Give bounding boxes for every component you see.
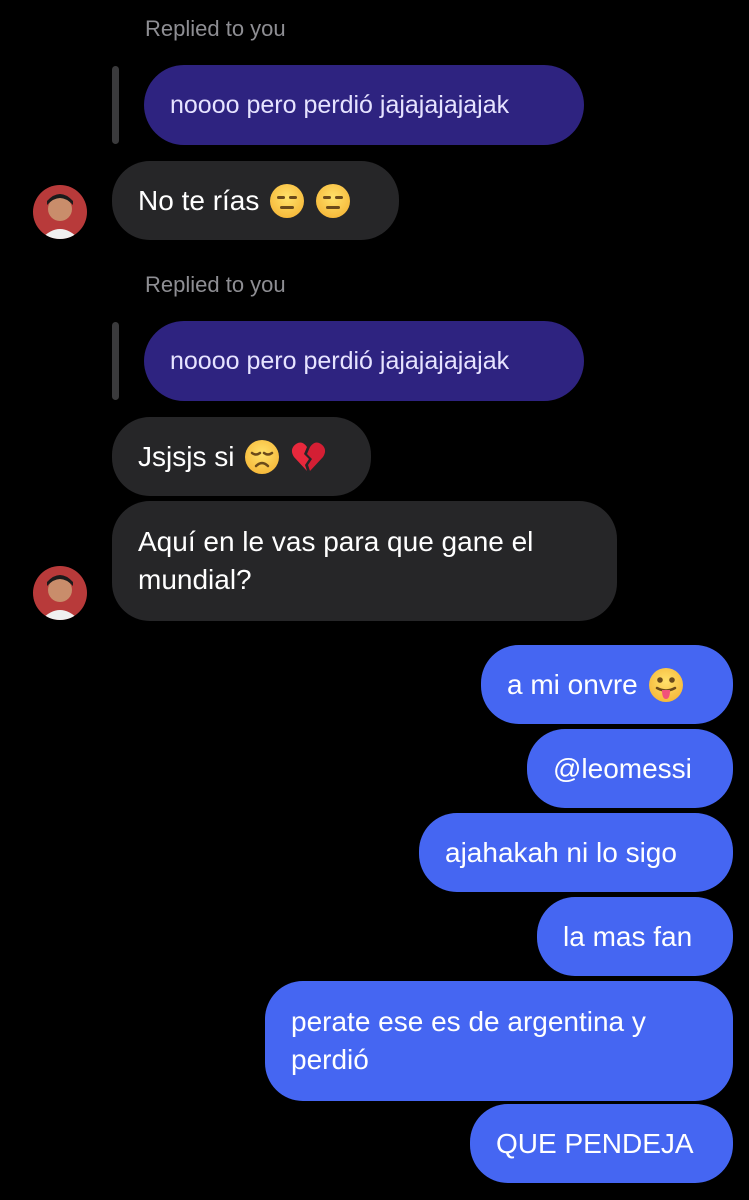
message-text-line: Aquí en le vas para que gane el [138,526,534,557]
message-text-line: perdió [291,1044,369,1075]
quoted-message-text: noooo pero perdió jajajajajajak [170,91,510,119]
avatar[interactable] [33,566,87,620]
message-text: Jsjsjs si [138,440,235,472]
quoted-message-bubble[interactable]: noooo pero perdió jajajajajajak [144,321,584,401]
quoted-message-bubble[interactable]: noooo pero perdió jajajajajajak [144,65,584,145]
outgoing-message-bubble[interactable]: ajahakah ni lo sigo [419,813,733,892]
message-text: No te rías [138,184,260,216]
incoming-message-bubble[interactable]: Aquí en le vas para que gane el mundial? [112,501,617,621]
incoming-message-bubble[interactable]: No te rías [112,161,399,240]
message-text: a mi onvre [507,668,638,700]
expressionless-face-icon [316,183,351,218]
outgoing-message-bubble[interactable]: perate ese es de argentina y perdió [265,981,733,1101]
mention-link[interactable]: @leomessi [553,750,692,788]
disappointed-face-icon [245,439,280,474]
tongue-face-icon [648,667,683,702]
message-text-line: mundial? [138,564,252,595]
message-text-line: perate ese es de argentina y [291,1006,646,1037]
message-text: ajahakah ni lo sigo [445,836,677,868]
message-text: la mas fan [563,920,693,952]
reply-indicator-bar [112,322,119,400]
message-text: QUE PENDEJA [496,1127,694,1159]
avatar[interactable] [33,185,87,239]
replied-to-you-label: Replied to you [145,272,286,297]
broken-heart-icon [292,442,326,471]
outgoing-message-bubble[interactable]: QUE PENDEJA [470,1104,733,1183]
reply-indicator-bar [112,66,119,144]
avatar-image [33,566,87,620]
outgoing-message-bubble[interactable]: @leomessi [527,729,733,808]
quoted-message-text: noooo pero perdió jajajajajajak [170,347,510,375]
expressionless-face-icon [270,183,305,218]
replied-to-you-label: Replied to you [145,16,286,41]
incoming-message-bubble[interactable]: Jsjsjs si [112,417,371,496]
outgoing-message-bubble[interactable]: la mas fan [537,897,733,976]
outgoing-message-bubble[interactable]: a mi onvre [481,645,733,724]
avatar-image [33,185,87,239]
